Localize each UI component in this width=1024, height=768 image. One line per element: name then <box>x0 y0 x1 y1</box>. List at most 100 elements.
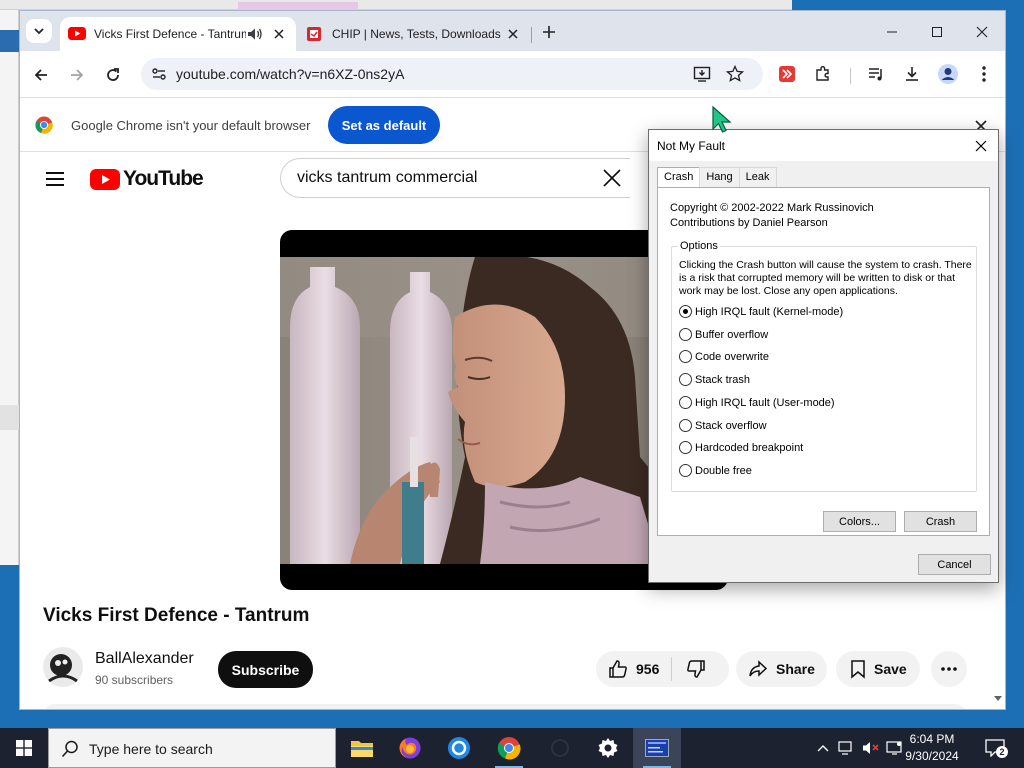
clear-search-icon[interactable] <box>601 167 623 189</box>
clock-time[interactable]: 6:04 PM <box>896 732 968 746</box>
radio-label: High IRQL fault (User-mode) <box>695 396 835 409</box>
radio-buffer-overflow[interactable]: Buffer overflow <box>679 328 768 341</box>
radio-button[interactable] <box>679 305 692 318</box>
notification-center-icon[interactable]: 2 <box>984 737 1008 759</box>
radio-button[interactable] <box>679 464 692 477</box>
dialog-title: Not My Fault <box>657 139 726 153</box>
save-button[interactable]: Save <box>836 651 920 687</box>
not-my-fault-dialog: Not My Fault Crash Hang Leak Copyright ©… <box>648 129 999 583</box>
radio-button[interactable] <box>679 441 692 454</box>
radio-hardcoded-breakpoint[interactable]: Hardcoded breakpoint <box>679 441 803 454</box>
toolbar-separator <box>850 68 851 84</box>
speaker-icon[interactable] <box>246 26 264 42</box>
like-icon[interactable] <box>608 659 628 679</box>
tray-network-icon[interactable] <box>838 739 856 757</box>
share-label: Share <box>776 661 815 677</box>
radio-high-irql-user[interactable]: High IRQL fault (User-mode) <box>679 396 835 409</box>
scroll-down-arrow-icon[interactable] <box>993 693 1003 703</box>
tray-chevron-up-icon[interactable] <box>814 739 832 757</box>
window-close-button[interactable] <box>960 19 1004 45</box>
channel-avatar[interactable] <box>43 647 83 687</box>
channel-name[interactable]: BallAlexander <box>95 650 194 668</box>
hamburger-menu-icon[interactable] <box>44 169 66 189</box>
radio-stack-trash[interactable]: Stack trash <box>679 373 750 386</box>
cancel-button[interactable]: Cancel <box>918 554 991 575</box>
description-box[interactable] <box>43 704 967 709</box>
radio-button[interactable] <box>679 328 692 341</box>
infobar-message: Google Chrome isn't your default browser <box>71 118 311 133</box>
set-as-default-button[interactable]: Set as default <box>328 106 440 144</box>
windows-taskbar: Type here to search 6:04 PM 9/30/2024 2 <box>0 728 1024 768</box>
extension-red-icon[interactable] <box>774 61 800 87</box>
radio-high-irql-kernel[interactable]: High IRQL fault (Kernel-mode) <box>679 305 843 318</box>
save-label: Save <box>874 661 907 677</box>
chrome-menu-icon[interactable] <box>971 61 997 87</box>
taskbar-search-placeholder: Type here to search <box>89 741 213 757</box>
tab-close-icon[interactable] <box>504 25 522 43</box>
radio-label: Hardcoded breakpoint <box>695 441 804 454</box>
back-button[interactable] <box>27 61 55 89</box>
radio-button[interactable] <box>679 350 692 363</box>
youtube-search-box[interactable]: vicks tantrum commercial <box>280 158 630 198</box>
tab-crash[interactable]: Crash <box>657 167 701 189</box>
radio-button[interactable] <box>679 419 692 432</box>
more-actions-button[interactable] <box>931 651 967 687</box>
taskbar-settings[interactable] <box>584 728 632 768</box>
dialog-titlebar[interactable]: Not My Fault <box>649 130 998 161</box>
taskbar-firefox[interactable] <box>386 728 434 768</box>
background-window-left-edge <box>0 10 19 565</box>
tab-youtube[interactable]: Vicks First Defence - Tantrum <box>60 17 296 51</box>
share-icon <box>749 660 768 677</box>
browser-toolbar: youtube.com/watch?v=n6XZ-0ns2yA <box>20 51 1005 97</box>
radio-button[interactable] <box>679 373 692 386</box>
taskbar-app-blue[interactable] <box>435 728 483 768</box>
profile-avatar-icon[interactable] <box>935 61 961 87</box>
tab-chip[interactable]: CHIP | News, Tests, Downloads <box>298 17 530 51</box>
taskbar-chrome[interactable] <box>485 728 533 768</box>
radio-code-overwrite[interactable]: Code overwrite <box>679 350 769 363</box>
radio-double-free[interactable]: Double free <box>679 464 752 477</box>
contributions-text: Contributions by Daniel Pearson <box>670 217 828 229</box>
maximize-button[interactable] <box>915 19 959 45</box>
extensions-puzzle-icon[interactable] <box>810 61 836 87</box>
tab-close-icon[interactable] <box>270 25 288 43</box>
downloads-icon[interactable] <box>899 61 925 87</box>
taskbar-notmyfault[interactable] <box>633 728 681 768</box>
tray-volume-muted-icon[interactable] <box>862 739 880 757</box>
minimize-button[interactable] <box>870 19 914 45</box>
install-app-icon[interactable] <box>693 65 711 83</box>
subscribe-button[interactable]: Subscribe <box>218 651 313 688</box>
tab-title: CHIP | News, Tests, Downloads <box>332 27 501 41</box>
arrow-left-icon <box>34 69 47 81</box>
taskbar-search-box[interactable]: Type here to search <box>48 728 336 768</box>
chip-favicon-icon <box>307 27 321 41</box>
new-tab-button[interactable] <box>536 19 562 45</box>
tab-search-button[interactable] <box>26 19 52 43</box>
media-controls-icon[interactable] <box>863 61 889 87</box>
clock-date[interactable]: 9/30/2024 <box>896 749 968 763</box>
tab-separator <box>531 27 532 43</box>
radio-stack-overflow[interactable]: Stack overflow <box>679 419 767 432</box>
start-button[interactable] <box>0 728 48 768</box>
radio-label: High IRQL fault (Kernel-mode) <box>695 305 844 318</box>
radio-button[interactable] <box>679 396 692 409</box>
crash-button[interactable]: Crash <box>904 511 977 532</box>
search-input[interactable]: vicks tantrum commercial <box>297 169 477 187</box>
tab-hang[interactable]: Hang <box>699 167 740 188</box>
bookmark-star-icon[interactable] <box>726 65 744 83</box>
like-count[interactable]: 956 <box>636 661 659 677</box>
dialog-close-button[interactable] <box>971 136 991 156</box>
site-settings-icon[interactable] <box>151 66 167 82</box>
share-button[interactable]: Share <box>736 651 827 687</box>
background-window-accent <box>0 30 19 52</box>
youtube-logo[interactable]: YouTube <box>90 166 204 192</box>
forward-button[interactable] <box>63 61 91 89</box>
taskbar-app-dim[interactable] <box>536 728 584 768</box>
reload-button[interactable] <box>99 61 127 89</box>
colors-button[interactable]: Colors... <box>823 511 896 532</box>
crash-tab-panel: Copyright © 2002-2022 Mark Russinovich C… <box>657 187 990 536</box>
dislike-icon[interactable] <box>686 659 706 679</box>
address-bar[interactable]: youtube.com/watch?v=n6XZ-0ns2yA <box>141 58 763 90</box>
taskbar-file-explorer[interactable] <box>338 728 386 768</box>
tab-leak[interactable]: Leak <box>738 167 777 188</box>
